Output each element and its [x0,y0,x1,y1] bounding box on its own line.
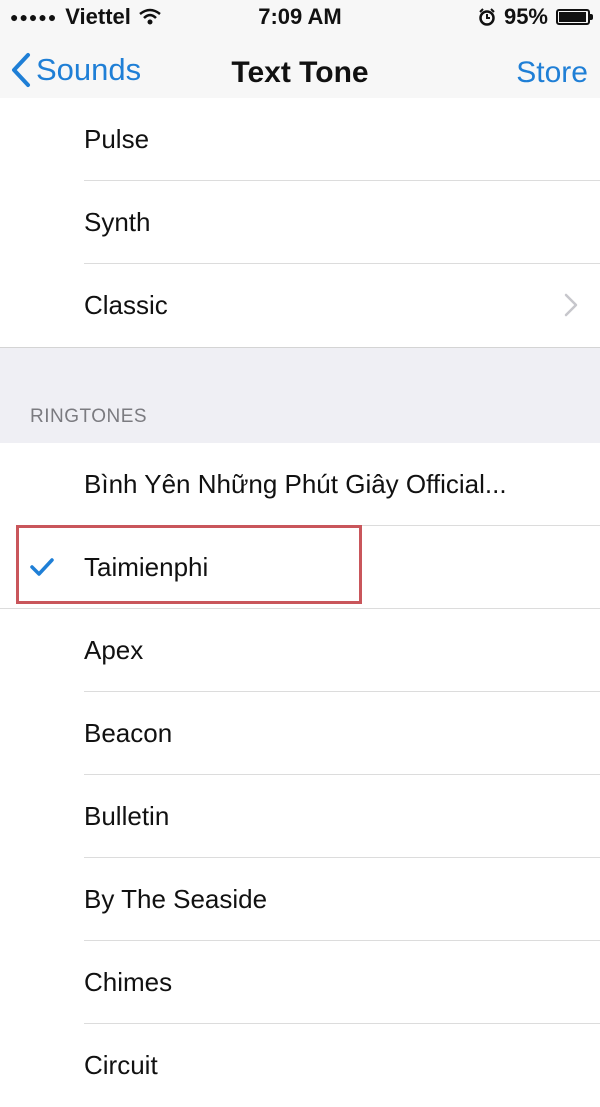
list-item-label: Taimienphi [84,552,209,582]
section-header-ringtones: RINGTONES [30,406,148,427]
battery-percent: 95% [503,4,548,29]
list-item-pulse[interactable]: Pulse [0,98,600,181]
status-bar: ●●●●● Viettel 7:09 AM 95% [0,0,600,34]
list-item-chimes[interactable]: Chimes [0,941,600,1024]
list-item-label: Classic [84,290,168,320]
checkmark-icon [30,558,54,576]
alert-tones-list: Pulse Synth Classic [0,98,600,347]
battery-icon [556,9,593,25]
store-button[interactable]: Store [516,56,588,90]
list-item-label: Pulse [84,124,150,154]
list-item-binh-yen[interactable]: Bình Yên Những Phút Giây Official... [0,443,600,526]
ringtones-list: Bình Yên Những Phút Giây Official... Tai… [0,443,600,1107]
list-item-apex[interactable]: Apex [0,609,600,692]
list-item-label: Bình Yên Những Phút Giây Official... [84,469,507,499]
list-item-label: By The Seaside [84,884,268,914]
list-item-by-the-seaside[interactable]: By The Seaside [0,858,600,941]
alarm-icon [479,8,495,26]
battery-level [559,12,586,22]
list-item-label: Bulletin [84,801,170,831]
list-item-label: Circuit [84,1050,158,1080]
list-item-label: Apex [84,635,144,665]
status-right: 95% [478,4,593,30]
list-item-bulletin[interactable]: Bulletin [0,775,600,858]
section-header-area: RINGTONES [0,347,600,444]
list-item-label: Chimes [84,967,173,997]
page-title: Text Tone [231,56,369,89]
list-item-label: Synth [84,207,151,237]
list-item-classic[interactable]: Classic [0,264,600,347]
list-item-taimienphi[interactable]: Taimienphi [0,526,600,609]
list-item-circuit[interactable]: Circuit [0,1024,600,1107]
list-item-label: Beacon [84,718,173,748]
list-item-synth[interactable]: Synth [0,181,600,264]
chevron-right-icon [564,293,578,317]
list-item-beacon[interactable]: Beacon [0,692,600,775]
